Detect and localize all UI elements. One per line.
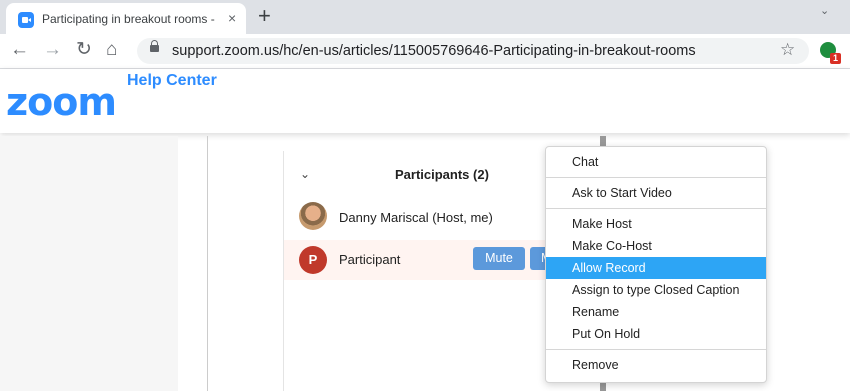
zoom-favicon-icon xyxy=(18,12,34,28)
participant-name: Participant xyxy=(339,252,401,267)
back-button[interactable]: ← xyxy=(10,40,29,60)
extension-badge: 1 xyxy=(830,53,841,64)
site-header: zoom Help Center xyxy=(0,69,850,133)
close-tab-icon[interactable]: × xyxy=(228,11,236,25)
new-tab-button[interactable]: + xyxy=(258,5,271,27)
browser-tab-strip: Participating in breakout rooms - × + ⌄ xyxy=(0,0,850,34)
mute-button[interactable]: Mute xyxy=(473,247,525,270)
menu-divider xyxy=(546,208,766,209)
menu-item-put-on-hold[interactable]: Put On Hold xyxy=(546,323,766,345)
browser-tab[interactable]: Participating in breakout rooms - × xyxy=(6,3,246,34)
chevron-down-icon[interactable]: ⌄ xyxy=(300,167,310,181)
participants-title: Participants (2) xyxy=(395,167,489,182)
menu-divider xyxy=(546,177,766,178)
menu-item-assign-closed-caption[interactable]: Assign to type Closed Caption xyxy=(546,279,766,301)
page-left-gutter xyxy=(0,136,178,391)
menu-item-chat[interactable]: Chat xyxy=(546,151,766,173)
content-divider xyxy=(207,136,208,391)
menu-item-remove[interactable]: Remove xyxy=(546,354,766,376)
participant-name: Danny Mariscal (Host, me) xyxy=(339,210,493,225)
address-bar[interactable]: support.zoom.us/hc/en-us/articles/115005… xyxy=(137,38,809,64)
menu-item-make-host[interactable]: Make Host xyxy=(546,213,766,235)
avatar xyxy=(299,202,327,230)
home-button[interactable]: ⌂ xyxy=(106,40,117,60)
menu-item-ask-to-start-video[interactable]: Ask to Start Video xyxy=(546,182,766,204)
menu-item-rename[interactable]: Rename xyxy=(546,301,766,323)
help-center-link[interactable]: Help Center xyxy=(127,72,217,90)
avatar: P xyxy=(299,246,327,274)
bookmark-star-icon[interactable]: ☆ xyxy=(780,40,795,60)
menu-item-allow-record[interactable]: Allow Record xyxy=(546,257,766,279)
tab-title: Participating in breakout rooms - xyxy=(42,12,215,26)
reload-button[interactable]: ↻ xyxy=(76,40,92,60)
participant-context-menu: Chat Ask to Start Video Make Host Make C… xyxy=(545,146,767,383)
zoom-logo[interactable]: zoom xyxy=(6,80,117,124)
browser-toolbar: ← → ↻ ⌂ support.zoom.us/hc/en-us/article… xyxy=(0,34,850,69)
tab-search-icon[interactable]: ⌄ xyxy=(820,4,829,17)
menu-divider xyxy=(546,349,766,350)
url-text[interactable]: support.zoom.us/hc/en-us/articles/115005… xyxy=(172,43,696,59)
forward-button[interactable]: → xyxy=(43,40,62,60)
menu-item-make-co-host[interactable]: Make Co-Host xyxy=(546,235,766,257)
lock-icon xyxy=(150,40,159,52)
